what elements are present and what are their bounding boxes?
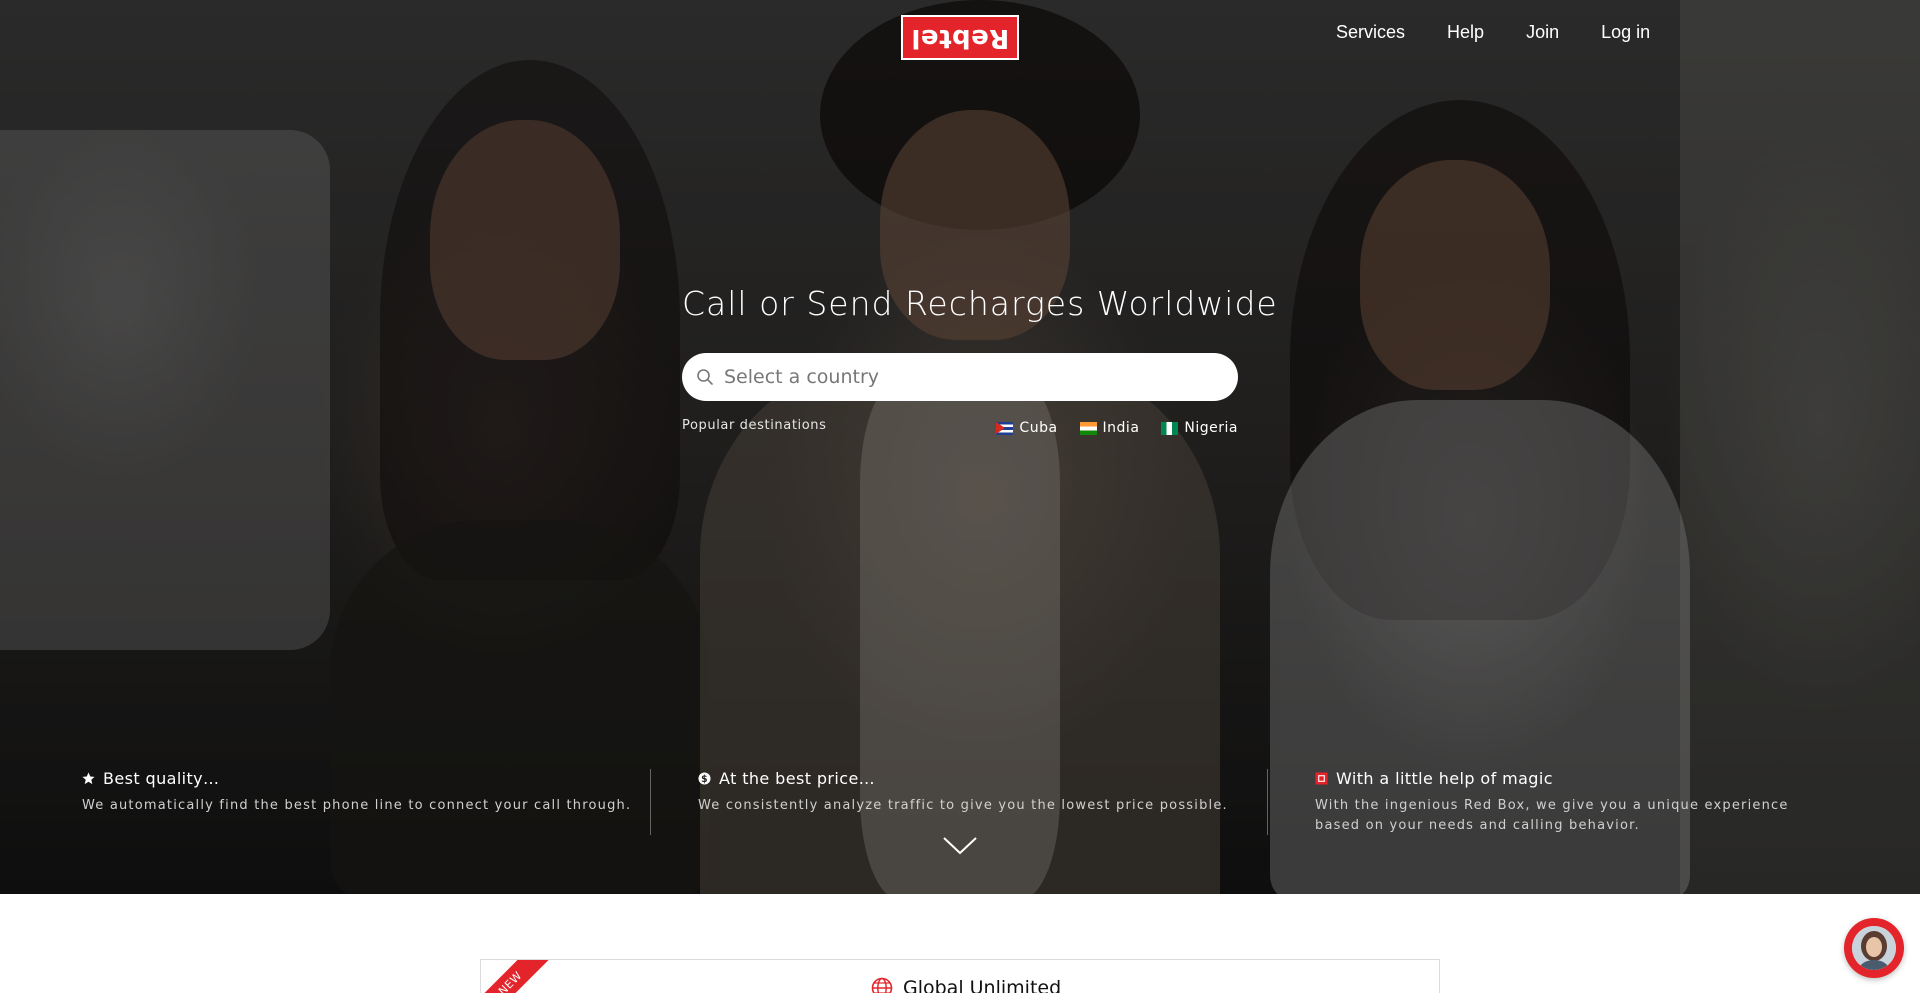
- hero-headline: Call or Send Recharges Worldwide: [682, 284, 1278, 323]
- nav-help[interactable]: Help: [1447, 22, 1484, 43]
- search-icon: [697, 369, 713, 385]
- feature-divider: [1267, 769, 1268, 835]
- flag-nigeria-icon: [1161, 421, 1179, 435]
- red-box-icon: [1315, 772, 1328, 785]
- feature-title: With a little help of magic: [1336, 769, 1553, 788]
- chevron-down-icon[interactable]: [943, 836, 977, 856]
- hero-dark-overlay: [0, 0, 1920, 894]
- global-unlimited-card[interactable]: NEW Global Unlimited: [480, 959, 1440, 993]
- flag-india-icon: [1079, 421, 1097, 435]
- destination-label: Cuba: [1019, 420, 1058, 436]
- popular-destinations: Cuba India Nigeria: [996, 420, 1238, 436]
- svg-text:$: $: [701, 774, 708, 785]
- nav-services[interactable]: Services: [1336, 22, 1405, 43]
- top-nav: Services Help Join Log in: [1336, 22, 1692, 43]
- feature-best-price: $ At the best price… We consistently ana…: [698, 769, 1258, 816]
- feature-description: We automatically find the best phone lin…: [82, 798, 632, 813]
- country-search-input[interactable]: [724, 366, 1194, 388]
- rebtel-logo[interactable]: Rebtel: [901, 15, 1019, 60]
- hero-section: Rebtel Services Help Join Log in Call or…: [0, 0, 1920, 894]
- popular-destinations-label: Popular destinations: [682, 418, 827, 433]
- nav-log-in[interactable]: Log in: [1601, 22, 1650, 43]
- destination-label: Nigeria: [1184, 420, 1238, 436]
- globe-icon: [871, 977, 893, 993]
- dollar-coin-icon: $: [698, 772, 711, 785]
- destination-nigeria[interactable]: Nigeria: [1161, 420, 1238, 436]
- destination-india[interactable]: India: [1079, 420, 1140, 436]
- new-ribbon: NEW: [481, 960, 557, 993]
- nav-join[interactable]: Join: [1526, 22, 1559, 43]
- feature-description: With the ingenious Red Box, we give you …: [1315, 798, 1789, 833]
- flag-cuba-icon: [996, 421, 1014, 435]
- country-search[interactable]: [682, 353, 1238, 401]
- support-avatar-icon: [1852, 926, 1896, 970]
- star-icon: [82, 772, 95, 785]
- destination-label: India: [1102, 420, 1140, 436]
- feature-magic: With a little help of magic With the ing…: [1315, 769, 1835, 836]
- feature-best-quality: Best quality… We automatically find the …: [82, 769, 642, 816]
- feature-description: We consistently analyze traffic to give …: [698, 798, 1228, 813]
- feature-divider: [650, 769, 651, 835]
- logo-text: Rebtel: [910, 22, 1010, 53]
- feature-title: Best quality…: [103, 769, 220, 788]
- destination-cuba[interactable]: Cuba: [996, 420, 1057, 436]
- chat-support-button[interactable]: [1844, 918, 1904, 978]
- feature-title: At the best price…: [719, 769, 876, 788]
- card-title: Global Unlimited: [903, 977, 1062, 993]
